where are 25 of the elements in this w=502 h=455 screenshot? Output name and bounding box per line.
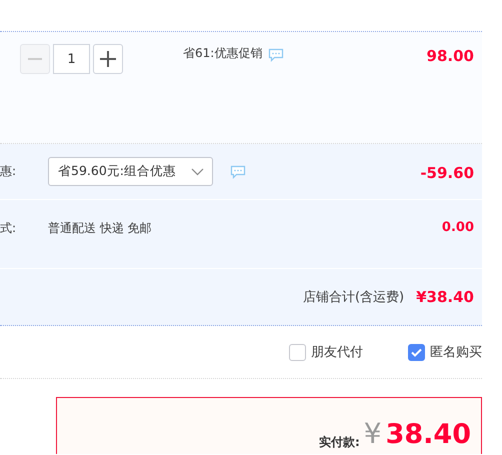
chevron-down-icon xyxy=(191,168,204,176)
currency-symbol: ¥ xyxy=(364,420,382,448)
shipping-method: 普通配送 快递 免邮 xyxy=(48,220,152,237)
shipping-fee: 0.00 xyxy=(442,220,474,235)
promotion-label: 省61:优惠促销 xyxy=(183,45,262,62)
store-total-amount: ¥38.40 xyxy=(416,288,474,306)
payment-amount: 38.40 xyxy=(386,421,471,448)
checkbox[interactable] xyxy=(289,344,306,360)
checkmark-icon xyxy=(411,348,422,356)
coupon-dropdown[interactable]: 省59.60元:组合优惠 xyxy=(48,157,213,186)
discount-amount: -59.60 xyxy=(420,164,474,182)
message-icon[interactable] xyxy=(230,164,246,178)
coupon-label: 惠: xyxy=(0,163,18,180)
checkbox[interactable] xyxy=(408,344,425,360)
store-total-label: 店铺合计(含运费) xyxy=(302,289,404,306)
shipping-label: 式: xyxy=(0,220,18,237)
checkbox-label: 朋友代付 xyxy=(311,344,363,361)
minus-icon xyxy=(28,58,42,60)
increase-button[interactable] xyxy=(93,44,123,74)
plus-icon xyxy=(100,51,116,67)
checkbox-label: 匿名购买 xyxy=(430,344,482,361)
payment-label: 实付款: xyxy=(318,434,360,451)
item-price: 98.00 xyxy=(426,47,474,65)
quantity-field[interactable]: 1 xyxy=(53,44,90,74)
message-icon[interactable] xyxy=(268,48,284,62)
